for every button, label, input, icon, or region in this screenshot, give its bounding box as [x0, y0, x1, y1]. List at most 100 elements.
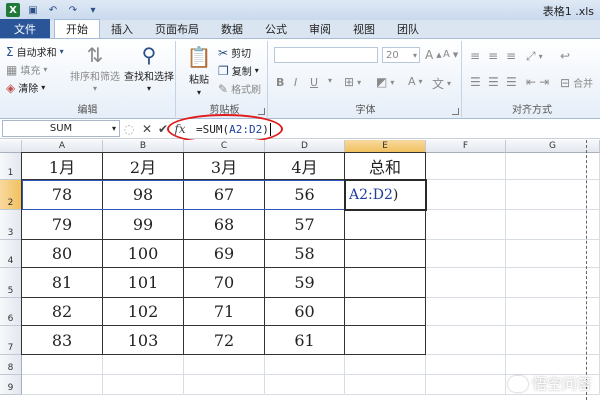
cell-a7[interactable]: 83 — [21, 325, 103, 355]
cell-d2[interactable]: 56 — [264, 179, 345, 210]
cell-e2-editing[interactable]: A2:D2) — [344, 179, 427, 211]
cell-b9[interactable] — [103, 375, 184, 395]
tab-review[interactable]: 审阅 — [298, 19, 342, 38]
cell-d8[interactable] — [265, 355, 345, 375]
bold-button[interactable]: B — [276, 76, 284, 89]
cell-f2[interactable] — [426, 180, 506, 210]
underline-dropdown-icon[interactable]: ▾ — [328, 76, 332, 85]
font-size-select[interactable]: 20 ▾ — [382, 47, 420, 63]
cell-b8[interactable] — [103, 355, 184, 375]
font-name-select[interactable] — [274, 47, 378, 63]
cell-a5[interactable]: 81 — [21, 267, 103, 298]
row-header-8[interactable]: 8 — [0, 355, 22, 375]
find-select-button[interactable]: ⚲ 查找和选择 ▾ — [124, 43, 174, 93]
clipboard-launcher-icon[interactable] — [258, 108, 265, 115]
cell-b1[interactable]: 2月 — [102, 152, 184, 180]
cell-c1[interactable]: 3月 — [183, 152, 265, 180]
cell-e8[interactable] — [345, 355, 426, 375]
cell-a3[interactable]: 79 — [21, 209, 103, 240]
cell-d3[interactable]: 57 — [264, 209, 345, 240]
merge-button[interactable]: ⊟ 合并 — [560, 75, 593, 91]
cell-c3[interactable]: 68 — [183, 209, 265, 240]
splitter-icon[interactable]: ◌ — [122, 121, 136, 136]
cell-b6[interactable]: 102 — [102, 297, 184, 326]
cell-e6[interactable] — [344, 297, 426, 326]
borders-button[interactable]: ⊞ ▾ — [344, 75, 361, 89]
cell-e9[interactable] — [345, 375, 426, 395]
underline-button[interactable]: U — [310, 76, 318, 89]
fill-color-button[interactable]: ◩ ▾ — [376, 75, 394, 89]
cell-b5[interactable]: 101 — [102, 267, 184, 298]
tab-home[interactable]: 开始 — [54, 19, 100, 38]
row-header-9[interactable]: 9 — [0, 375, 22, 395]
worksheet-grid[interactable]: A B C D E F G 1 2 3 4 5 6 7 8 9 1月 2月 3月… — [0, 140, 600, 400]
cell-b7[interactable]: 103 — [102, 325, 184, 355]
tab-formulas[interactable]: 公式 — [254, 19, 298, 38]
cancel-icon[interactable]: ✕ — [140, 121, 154, 136]
cell-a6[interactable]: 82 — [21, 297, 103, 326]
cell-e7[interactable] — [344, 325, 426, 355]
cell-f7[interactable] — [426, 326, 506, 355]
cell-e1[interactable]: 总和 — [344, 152, 426, 180]
grow-font-button[interactable]: A ▲ — [425, 48, 442, 62]
tab-data[interactable]: 数据 — [210, 19, 254, 38]
cell-f4[interactable] — [426, 240, 506, 268]
tab-team[interactable]: 团队 — [386, 19, 430, 38]
cell-e5[interactable] — [344, 267, 426, 298]
redo-icon[interactable]: ↷ — [66, 3, 80, 17]
cell-f8[interactable] — [426, 355, 506, 375]
cell-b2[interactable]: 98 — [102, 179, 184, 210]
cell-d6[interactable]: 60 — [264, 297, 345, 326]
font-launcher-icon[interactable] — [452, 108, 459, 115]
phonetic-button[interactable]: 文 ▾ — [432, 75, 451, 92]
name-box[interactable]: SUM ▾ — [2, 120, 120, 137]
cell-a4[interactable]: 80 — [21, 239, 103, 268]
cell-e4[interactable] — [344, 239, 426, 268]
cell-a1[interactable]: 1月 — [21, 152, 103, 180]
cell-d9[interactable] — [265, 375, 345, 395]
cell-c2[interactable]: 67 — [183, 179, 265, 210]
align-middle-button[interactable]: ≡ — [488, 49, 498, 63]
row-header-3[interactable]: 3 — [0, 210, 22, 240]
cell-c7[interactable]: 72 — [183, 325, 265, 355]
cell-c6[interactable]: 71 — [183, 297, 265, 326]
align-center-button[interactable]: ☰ — [488, 75, 499, 89]
cell-f5[interactable] — [426, 268, 506, 298]
tab-page-layout[interactable]: 页面布局 — [144, 19, 210, 38]
tab-insert[interactable]: 插入 — [100, 19, 144, 38]
tab-view[interactable]: 视图 — [342, 19, 386, 38]
cell-a2[interactable]: 78 — [21, 179, 103, 210]
shrink-font-button[interactable]: A ▼ — [443, 49, 458, 60]
cell-a9[interactable] — [22, 375, 103, 395]
indent-button[interactable]: ⇤ ⇥ — [526, 75, 549, 89]
row-header-6[interactable]: 6 — [0, 298, 22, 326]
cell-c5[interactable]: 70 — [183, 267, 265, 298]
cell-e3[interactable] — [344, 209, 426, 240]
column-header-f[interactable]: F — [426, 140, 506, 153]
tab-file[interactable]: 文件 — [0, 19, 50, 38]
cell-d5[interactable]: 59 — [264, 267, 345, 298]
row-header-1[interactable]: 1 — [0, 153, 22, 180]
save-icon[interactable]: ▣ — [26, 3, 40, 17]
row-header-2[interactable]: 2 — [0, 180, 22, 210]
cell-a8[interactable] — [22, 355, 103, 375]
row-header-4[interactable]: 4 — [0, 240, 22, 268]
undo-icon[interactable]: ↶ — [46, 3, 60, 17]
font-color-button[interactable]: A ▾ — [408, 75, 423, 88]
italic-button[interactable]: I — [294, 76, 297, 89]
format-painter-button[interactable]: ✎ 格式刷 — [218, 81, 261, 97]
customize-dropdown-icon[interactable]: ▾ — [86, 3, 100, 17]
fill-button[interactable]: ▦ 填充 ▾ — [6, 62, 47, 78]
cell-c9[interactable] — [184, 375, 265, 395]
select-all-corner[interactable] — [0, 140, 22, 153]
align-top-button[interactable]: ≡ — [470, 49, 480, 63]
cell-c4[interactable]: 69 — [183, 239, 265, 268]
cell-d4[interactable]: 58 — [264, 239, 345, 268]
align-bottom-button[interactable]: ≡ — [506, 49, 516, 63]
row-header-7[interactable]: 7 — [0, 326, 22, 355]
align-right-button[interactable]: ☰ — [506, 75, 517, 89]
wrap-text-button[interactable]: ↩ — [560, 49, 570, 63]
copy-button[interactable]: ❐ 复制 ▾ — [218, 63, 259, 79]
cell-f9[interactable] — [426, 375, 506, 395]
paste-button[interactable]: 📋 粘贴 ▾ — [186, 45, 212, 97]
